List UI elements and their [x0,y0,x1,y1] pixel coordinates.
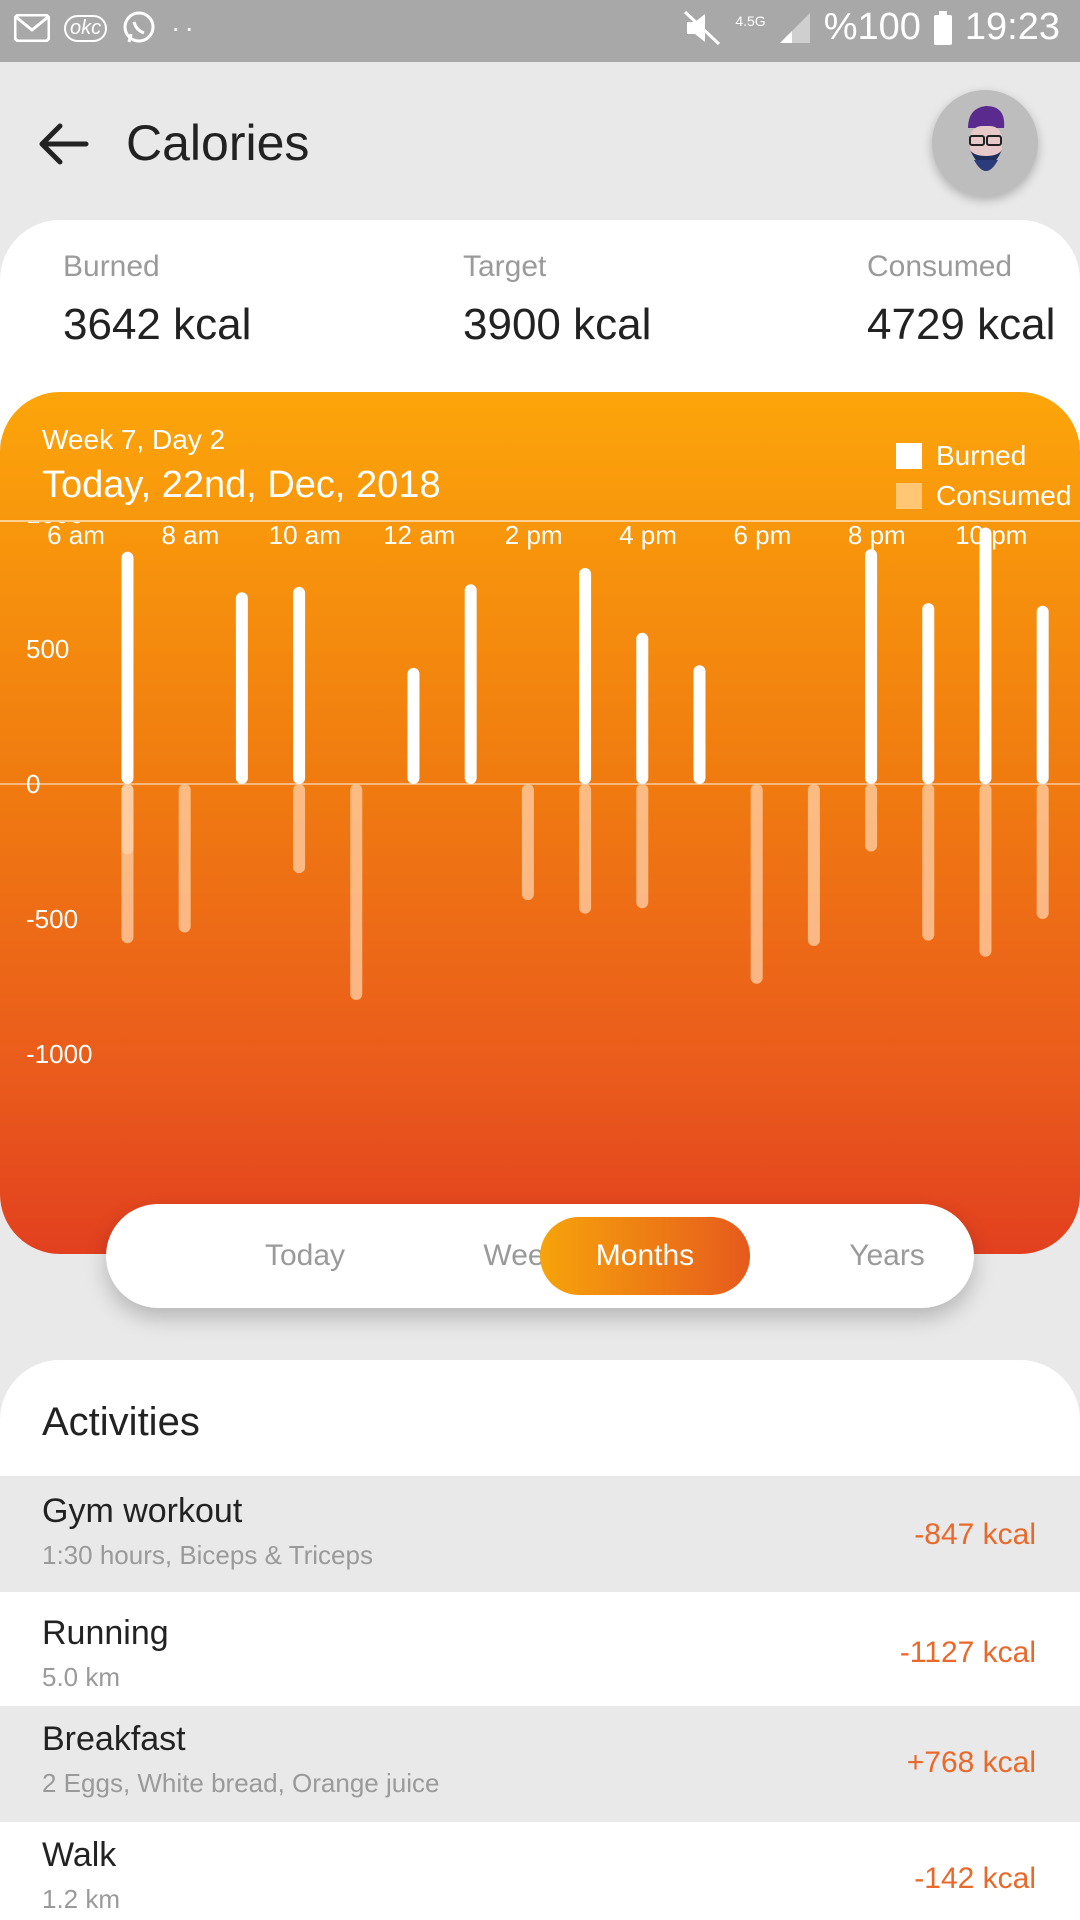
burned-bar [235,592,248,784]
tab-months[interactable]: Months [540,1217,750,1295]
stat-burned-value: 3642 kcal [63,300,252,349]
x-tick-label: 12 am [383,522,455,550]
activities-card: Activities Gym workout 1:30 hours, Bicep… [0,1360,1080,1920]
consumed-bar [1036,784,1049,919]
burned-bar [979,527,992,784]
activity-kcal: -1127 kcal [899,1636,1036,1669]
stat-target-label: Target [463,250,547,283]
y-tick-label: -500 [26,904,78,934]
burned-bar [121,551,134,784]
dots-icon: ·· [171,12,198,43]
stat-target-value: 3900 kcal [463,300,652,349]
activity-desc: 1:30 hours, Biceps & Triceps [42,1540,373,1570]
okc-icon: okc [64,14,108,42]
signal-icon [779,12,810,43]
activity-name: Breakfast [42,1720,186,1758]
x-tick-label: 10 am [269,522,341,550]
burned-bar [293,586,306,784]
activity-kcal: +768 kcal [906,1746,1036,1779]
x-tick-label: 8 am [161,522,219,550]
burned-bar [693,665,706,784]
consumed-bar [865,784,878,852]
tab-today[interactable]: Today [200,1217,410,1295]
consumed-bar [922,784,935,941]
calories-chart-card: Week 7, Day 2 Today, 22nd, Dec, 2018 Bur… [0,392,1080,1254]
consumed-bar [636,784,649,909]
legend-burned-swatch [896,443,922,469]
consumed-bar [293,784,306,874]
legend-consumed-swatch [896,483,922,509]
x-tick-label: 2 pm [505,522,563,550]
activity-desc: 5.0 km [42,1662,121,1692]
chart-legend: Burned Consumed [896,436,1071,516]
burned-bar [579,568,592,784]
whatsapp-icon [123,11,155,43]
consumed-bar [979,784,992,957]
activity-row[interactable]: Running 5.0 km -1127 kcal [0,1592,1080,1706]
calories-bar-chart: 6 am8 am10 am12 am2 pm4 pm6 pm8 pm10 pm1… [0,522,1080,1069]
range-tabs: Today Weeks Months Years [106,1204,974,1308]
consumed-bar [178,784,191,933]
chart-subtitle: Week 7, Day 2 [42,424,226,455]
x-tick-label: 8 pm [848,522,906,550]
x-tick-label: 6 pm [733,522,791,550]
burned-bar [636,632,649,784]
x-tick-label: 4 pm [619,522,677,550]
mute-icon [684,10,721,45]
consumed-bar [579,784,592,914]
status-left-icons: okc ·· [14,10,198,46]
stat-burned-label: Burned [63,250,160,283]
activities-title: Activities [42,1400,200,1444]
battery-percent: %100 [823,6,921,48]
activity-name: Walk [42,1836,117,1874]
back-button[interactable] [36,116,92,172]
activity-desc: 1.2 km [42,1884,121,1914]
tab-years[interactable]: Years [782,1217,992,1295]
network-type: 4.5G [735,12,766,29]
y-tick-label: 1000 [26,522,84,529]
battery-icon [933,10,952,45]
consumed-bar [807,784,820,946]
status-bar: okc ·· 4.5G %100 19:23 [0,0,1080,62]
activity-row[interactable]: Walk 1.2 km -142 kcal [0,1822,1080,1920]
status-time: 19:23 [964,6,1060,48]
legend-burned-label: Burned [936,440,1027,471]
back-arrow-icon [39,123,89,165]
activity-row[interactable]: Breakfast 2 Eggs, White bread, Orange ju… [0,1706,1080,1822]
stat-consumed-label: Consumed [867,250,1013,283]
activity-desc: 2 Eggs, White bread, Orange juice [42,1768,440,1798]
stat-consumed-value: 4729 kcal [867,300,1056,349]
consumed-bar [121,784,134,855]
activity-name: Gym workout [42,1492,243,1530]
consumed-bar [521,784,534,901]
stat-target: Target 3900 kcal [463,250,651,350]
burned-bar [922,603,935,784]
consumed-bar [350,784,363,1000]
y-tick-label: 500 [26,634,69,664]
mail-icon [14,14,50,42]
profile-avatar-icon [968,106,1005,171]
burned-bar [464,584,477,784]
profile-avatar[interactable] [932,90,1038,196]
activity-kcal: -142 kcal [914,1862,1036,1895]
legend-consumed: Consumed [896,476,1071,516]
chart-date: Today, 22nd, Dec, 2018 [42,464,441,506]
legend-consumed-label: Consumed [936,480,1072,511]
page-title: Calories [126,115,310,171]
burned-bar [1036,605,1049,784]
y-tick-label: -1000 [26,1039,93,1069]
legend-burned: Burned [896,436,1071,476]
stat-consumed: Consumed 4729 kcal [867,250,1055,350]
burned-bar [865,549,878,784]
app-header: Calories [0,62,1080,222]
status-right-icons: 4.5G %100 19:23 [683,6,1060,49]
activity-name: Running [42,1614,169,1652]
stat-burned: Burned 3642 kcal [63,250,251,350]
activity-kcal: -847 kcal [914,1518,1036,1551]
consumed-bar [750,784,763,984]
activity-row[interactable]: Gym workout 1:30 hours, Biceps & Triceps… [0,1476,1080,1592]
burned-bar [407,667,420,784]
